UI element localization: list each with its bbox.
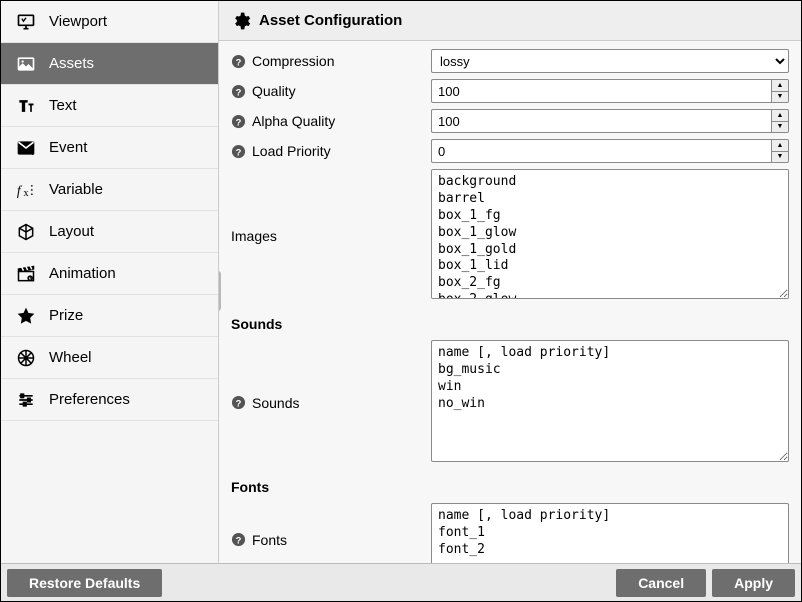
alpha-quality-input[interactable] xyxy=(431,109,771,133)
spin-up[interactable]: ▲ xyxy=(772,110,788,122)
help-icon[interactable]: ? xyxy=(231,532,246,547)
field-label: Images xyxy=(231,228,431,244)
help-icon[interactable]: ? xyxy=(231,144,246,159)
app-window: Viewport Assets Text Event xyxy=(0,0,802,602)
quality-spinner: ▲ ▼ xyxy=(771,79,789,103)
alpha-spinner: ▲ ▼ xyxy=(771,109,789,133)
svg-text:x: x xyxy=(24,187,29,198)
label-text: Images xyxy=(231,228,277,244)
sidebar-item-animation[interactable]: Animation xyxy=(1,253,218,295)
sidebar-item-wheel[interactable]: Wheel xyxy=(1,337,218,379)
field-quality: ? Quality ▲ ▼ xyxy=(231,79,789,103)
fx-icon: fx xyxy=(15,179,37,201)
panel-body: ? Compression lossy ? xyxy=(219,41,801,563)
scroll-indicator[interactable] xyxy=(219,271,221,311)
field-label: ? Alpha Quality xyxy=(231,109,431,129)
field-label: ? Load Priority xyxy=(231,139,431,159)
sidebar-item-assets[interactable]: Assets xyxy=(1,43,218,85)
sidebar-item-event[interactable]: Event xyxy=(1,127,218,169)
label-text: Load Priority xyxy=(252,143,331,159)
field-images: Images xyxy=(231,169,789,302)
spin-up[interactable]: ▲ xyxy=(772,80,788,92)
panel-title: Asset Configuration xyxy=(259,12,402,29)
clapper-icon xyxy=(15,263,37,285)
sidebar-item-preferences[interactable]: Preferences xyxy=(1,379,218,421)
quality-input[interactable] xyxy=(431,79,771,103)
fonts-textarea[interactable] xyxy=(431,503,789,563)
label-text: Fonts xyxy=(252,532,287,548)
star-icon xyxy=(15,305,37,327)
help-icon[interactable]: ? xyxy=(231,114,246,129)
spin-up[interactable]: ▲ xyxy=(772,140,788,152)
sidebar: Viewport Assets Text Event xyxy=(1,1,219,563)
field-load-priority: ? Load Priority ▲ ▼ xyxy=(231,139,789,163)
priority-spinner: ▲ ▼ xyxy=(771,139,789,163)
images-textarea[interactable] xyxy=(431,169,789,299)
footer: Restore Defaults Cancel Apply xyxy=(1,563,801,601)
monitor-icon xyxy=(15,11,37,33)
sidebar-item-label: Animation xyxy=(49,265,116,282)
main-panel: Asset Configuration ? Compression lossy xyxy=(219,1,801,563)
image-icon xyxy=(15,53,37,75)
cancel-button[interactable]: Cancel xyxy=(616,569,706,597)
sidebar-item-label: Text xyxy=(49,97,77,114)
field-label: ? Compression xyxy=(231,49,431,69)
help-icon[interactable]: ? xyxy=(231,84,246,99)
help-icon[interactable]: ? xyxy=(231,54,246,69)
restore-defaults-button[interactable]: Restore Defaults xyxy=(7,569,162,597)
text-icon xyxy=(15,95,37,117)
field-alpha-quality: ? Alpha Quality ▲ ▼ xyxy=(231,109,789,133)
label-text: Sounds xyxy=(252,395,299,411)
apply-button[interactable]: Apply xyxy=(712,569,795,597)
panel-header: Asset Configuration xyxy=(219,1,801,41)
svg-text:f: f xyxy=(17,183,23,198)
field-label: ? Quality xyxy=(231,79,431,99)
sidebar-item-label: Wheel xyxy=(49,349,92,366)
field-label: ? Sounds xyxy=(231,395,431,411)
svg-text:?: ? xyxy=(236,147,242,157)
gear-icon xyxy=(231,11,251,31)
field-compression: ? Compression lossy xyxy=(231,49,789,73)
section-heading-sounds: Sounds xyxy=(231,316,789,332)
sounds-textarea[interactable] xyxy=(431,340,789,462)
sidebar-item-viewport[interactable]: Viewport xyxy=(1,1,218,43)
cube-icon xyxy=(15,221,37,243)
svg-text:?: ? xyxy=(236,117,242,127)
field-sounds: ? Sounds xyxy=(231,340,789,465)
sliders-icon xyxy=(15,389,37,411)
sidebar-item-variable[interactable]: fx Variable xyxy=(1,169,218,211)
label-text: Alpha Quality xyxy=(252,113,335,129)
sidebar-item-label: Variable xyxy=(49,181,103,198)
sidebar-item-label: Layout xyxy=(49,223,94,240)
event-icon xyxy=(15,137,37,159)
wheel-icon xyxy=(15,347,37,369)
spin-down[interactable]: ▼ xyxy=(772,92,788,103)
svg-text:?: ? xyxy=(236,57,242,67)
compression-select[interactable]: lossy xyxy=(431,49,789,73)
label-text: Quality xyxy=(252,83,296,99)
app-body: Viewport Assets Text Event xyxy=(1,1,801,563)
svg-text:?: ? xyxy=(236,398,242,408)
sidebar-item-label: Viewport xyxy=(49,13,107,30)
sidebar-item-prize[interactable]: Prize xyxy=(1,295,218,337)
svg-text:?: ? xyxy=(236,535,242,545)
sidebar-item-label: Preferences xyxy=(49,391,130,408)
help-icon[interactable]: ? xyxy=(231,395,246,410)
svg-text:?: ? xyxy=(236,87,242,97)
load-priority-input[interactable] xyxy=(431,139,771,163)
spin-down[interactable]: ▼ xyxy=(772,122,788,133)
label-text: Compression xyxy=(252,53,334,69)
sidebar-item-label: Prize xyxy=(49,307,83,324)
section-heading-fonts: Fonts xyxy=(231,479,789,495)
sidebar-item-label: Assets xyxy=(49,55,94,72)
spin-down[interactable]: ▼ xyxy=(772,152,788,163)
sidebar-item-layout[interactable]: Layout xyxy=(1,211,218,253)
sidebar-item-label: Event xyxy=(49,139,87,156)
field-fonts: ? Fonts xyxy=(231,503,789,563)
field-label: ? Fonts xyxy=(231,532,431,548)
sidebar-item-text[interactable]: Text xyxy=(1,85,218,127)
